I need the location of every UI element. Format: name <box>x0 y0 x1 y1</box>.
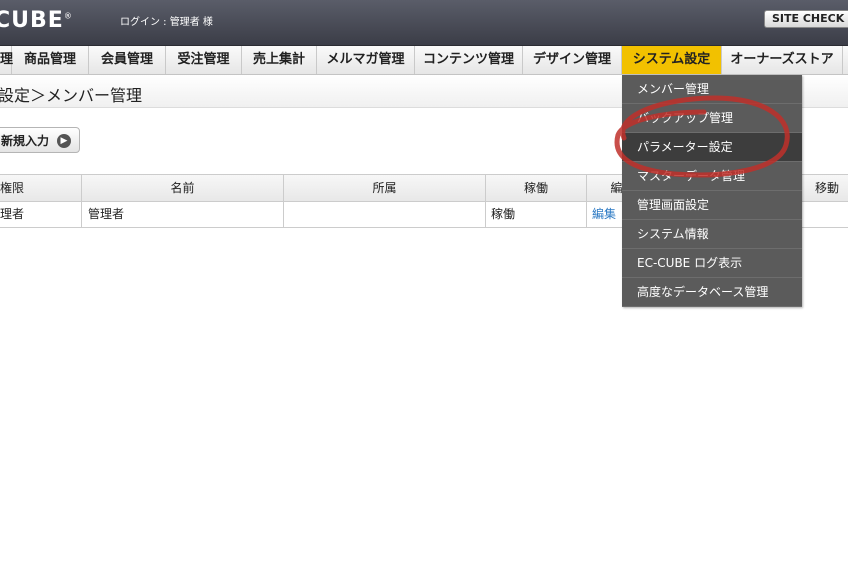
nav-item-contents[interactable]: コンテンツ管理 <box>415 46 523 74</box>
cell-status: 稼働 <box>486 201 587 227</box>
column-header-dept: 所属 <box>284 175 486 201</box>
nav-item-ownersstore[interactable]: オーナーズストア <box>722 46 843 74</box>
system-settings-dropdown: メンバー管理 バックアップ管理 パラメーター設定 マスターデータ管理 管理画面設… <box>622 75 802 307</box>
logo-text: CUBE <box>0 8 64 33</box>
new-entry-button[interactable]: 新規入力 ▶ <box>0 127 80 153</box>
nav-item-mailmagazine[interactable]: メルマガ管理 <box>317 46 415 74</box>
arrow-right-circle-icon: ▶ <box>57 134 71 148</box>
cell-authority: 理者 <box>0 201 82 227</box>
menu-item-database[interactable]: 高度なデータベース管理 <box>622 278 802 307</box>
column-header-move: 移動 <box>815 181 840 195</box>
logo[interactable]: CUBE® <box>0 8 73 33</box>
menu-item-backup[interactable]: バックアップ管理 <box>622 104 802 133</box>
main-nav: 理 商品管理 会員管理 受注管理 売上集計 メルマガ管理 コンテンツ管理 デザイ… <box>0 46 848 75</box>
menu-item-log[interactable]: EC-CUBE ログ表示 <box>622 249 802 278</box>
nav-item-products[interactable]: 商品管理 <box>12 46 89 74</box>
menu-item-system-info[interactable]: システム情報 <box>622 220 802 249</box>
nav-item-sales[interactable]: 売上集計 <box>242 46 317 74</box>
page-title: 設定＞メンバー管理 <box>0 86 143 105</box>
nav-item-system[interactable]: システム設定 <box>622 46 722 74</box>
nav-item-basic[interactable]: 理 <box>0 46 13 74</box>
nav-item-orders[interactable]: 受注管理 <box>166 46 242 74</box>
nav-item-customers[interactable]: 会員管理 <box>89 46 166 74</box>
cell-dept <box>284 201 486 227</box>
column-header-name: 名前 <box>82 175 284 201</box>
menu-item-member[interactable]: メンバー管理 <box>622 75 802 104</box>
site-check-button[interactable]: SITE CHECK <box>764 10 848 28</box>
menu-item-masterdata[interactable]: マスターデータ管理 <box>622 162 802 191</box>
logo-mark: ® <box>63 11 73 21</box>
nav-item-design[interactable]: デザイン管理 <box>523 46 622 74</box>
header-bar: CUBE® ログイン : 管理者 様 SITE CHECK <box>0 0 848 46</box>
new-entry-label: 新規入力 <box>1 134 50 148</box>
column-header-authority: 権限 <box>0 175 82 201</box>
column-header-status: 稼働 <box>486 175 587 201</box>
menu-item-admin-screen[interactable]: 管理画面設定 <box>622 191 802 220</box>
cell-name: 管理者 <box>82 201 284 227</box>
login-status: ログイン : 管理者 様 <box>120 17 213 28</box>
menu-item-parameter[interactable]: パラメーター設定 <box>622 133 802 162</box>
